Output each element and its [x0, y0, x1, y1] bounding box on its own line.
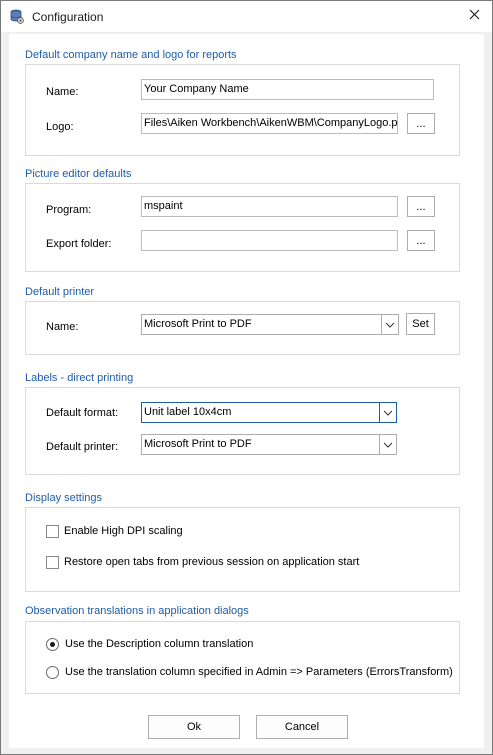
close-button[interactable]	[459, 4, 489, 28]
display-section-title: Display settings	[25, 492, 103, 504]
program-label: Program:	[46, 204, 92, 216]
chevron-down-icon[interactable]	[381, 315, 398, 334]
ok-button[interactable]: Ok	[148, 715, 240, 739]
admin-translation-radio[interactable]	[46, 666, 59, 679]
company-name-input[interactable]: Your Company Name	[141, 79, 434, 100]
default-format-value: Unit label 10x4cm	[144, 406, 232, 418]
admin-translation-label[interactable]: Use the translation column specified in …	[65, 666, 453, 678]
restore-tabs-checkbox[interactable]	[46, 556, 59, 569]
default-format-select[interactable]: Unit label 10x4cm	[141, 402, 397, 423]
picture-editor-group: Program: mspaint ... Export folder: ...	[25, 183, 460, 272]
default-printer-label: Default printer:	[46, 441, 119, 453]
export-folder-input[interactable]	[141, 230, 398, 251]
company-name-label: Name:	[46, 86, 79, 98]
close-icon[interactable]	[469, 9, 480, 23]
logo-browse-button[interactable]: ...	[407, 113, 435, 134]
display-group: Enable High DPI scaling Restore open tab…	[25, 507, 460, 592]
company-group: Name: Your Company Name Logo: Files\Aike…	[25, 64, 460, 156]
set-printer-button[interactable]: Set	[406, 313, 435, 335]
default-format-label: Default format:	[46, 407, 119, 419]
printer-section-title: Default printer	[25, 286, 95, 298]
database-settings-icon	[10, 9, 24, 24]
export-folder-label: Export folder:	[46, 238, 112, 250]
chevron-down-icon[interactable]	[379, 435, 396, 454]
export-folder-browse-button[interactable]: ...	[407, 230, 435, 251]
program-input[interactable]: mspaint	[141, 196, 398, 217]
program-browse-button[interactable]: ...	[407, 196, 435, 217]
printer-select-value: Microsoft Print to PDF	[144, 318, 252, 330]
picture-editor-section-title: Picture editor defaults	[25, 168, 132, 180]
window-title: Configuration	[32, 10, 104, 24]
labels-printer-select[interactable]: Microsoft Print to PDF	[141, 434, 397, 455]
printer-name-label: Name:	[46, 321, 79, 333]
translations-group: Use the Description column translation U…	[25, 621, 460, 694]
description-translation-radio[interactable]	[46, 638, 59, 651]
restore-tabs-label[interactable]: Restore open tabs from previous session …	[64, 556, 359, 568]
high-dpi-label[interactable]: Enable High DPI scaling	[64, 525, 183, 537]
labels-printer-value: Microsoft Print to PDF	[144, 438, 252, 450]
logo-label: Logo:	[46, 121, 74, 133]
cancel-button[interactable]: Cancel	[256, 715, 348, 739]
description-translation-label[interactable]: Use the Description column translation	[65, 638, 253, 650]
labels-section-title: Labels - direct printing	[25, 372, 134, 384]
logo-path-input[interactable]: Files\Aiken Workbench\AikenWBM\CompanyLo…	[141, 113, 398, 134]
high-dpi-checkbox[interactable]	[46, 525, 59, 538]
chevron-down-icon[interactable]	[379, 403, 396, 422]
printer-select[interactable]: Microsoft Print to PDF	[141, 314, 399, 335]
title-bar[interactable]: Configuration	[1, 1, 492, 32]
labels-group: Default format: Unit label 10x4cm Defaul…	[25, 387, 460, 475]
printer-group: Name: Microsoft Print to PDF Set	[25, 301, 460, 355]
company-section-title: Default company name and logo for report…	[25, 49, 237, 61]
configuration-dialog: Configuration Default company name and l…	[0, 0, 493, 755]
translations-section-title: Observation translations in application …	[25, 605, 249, 617]
